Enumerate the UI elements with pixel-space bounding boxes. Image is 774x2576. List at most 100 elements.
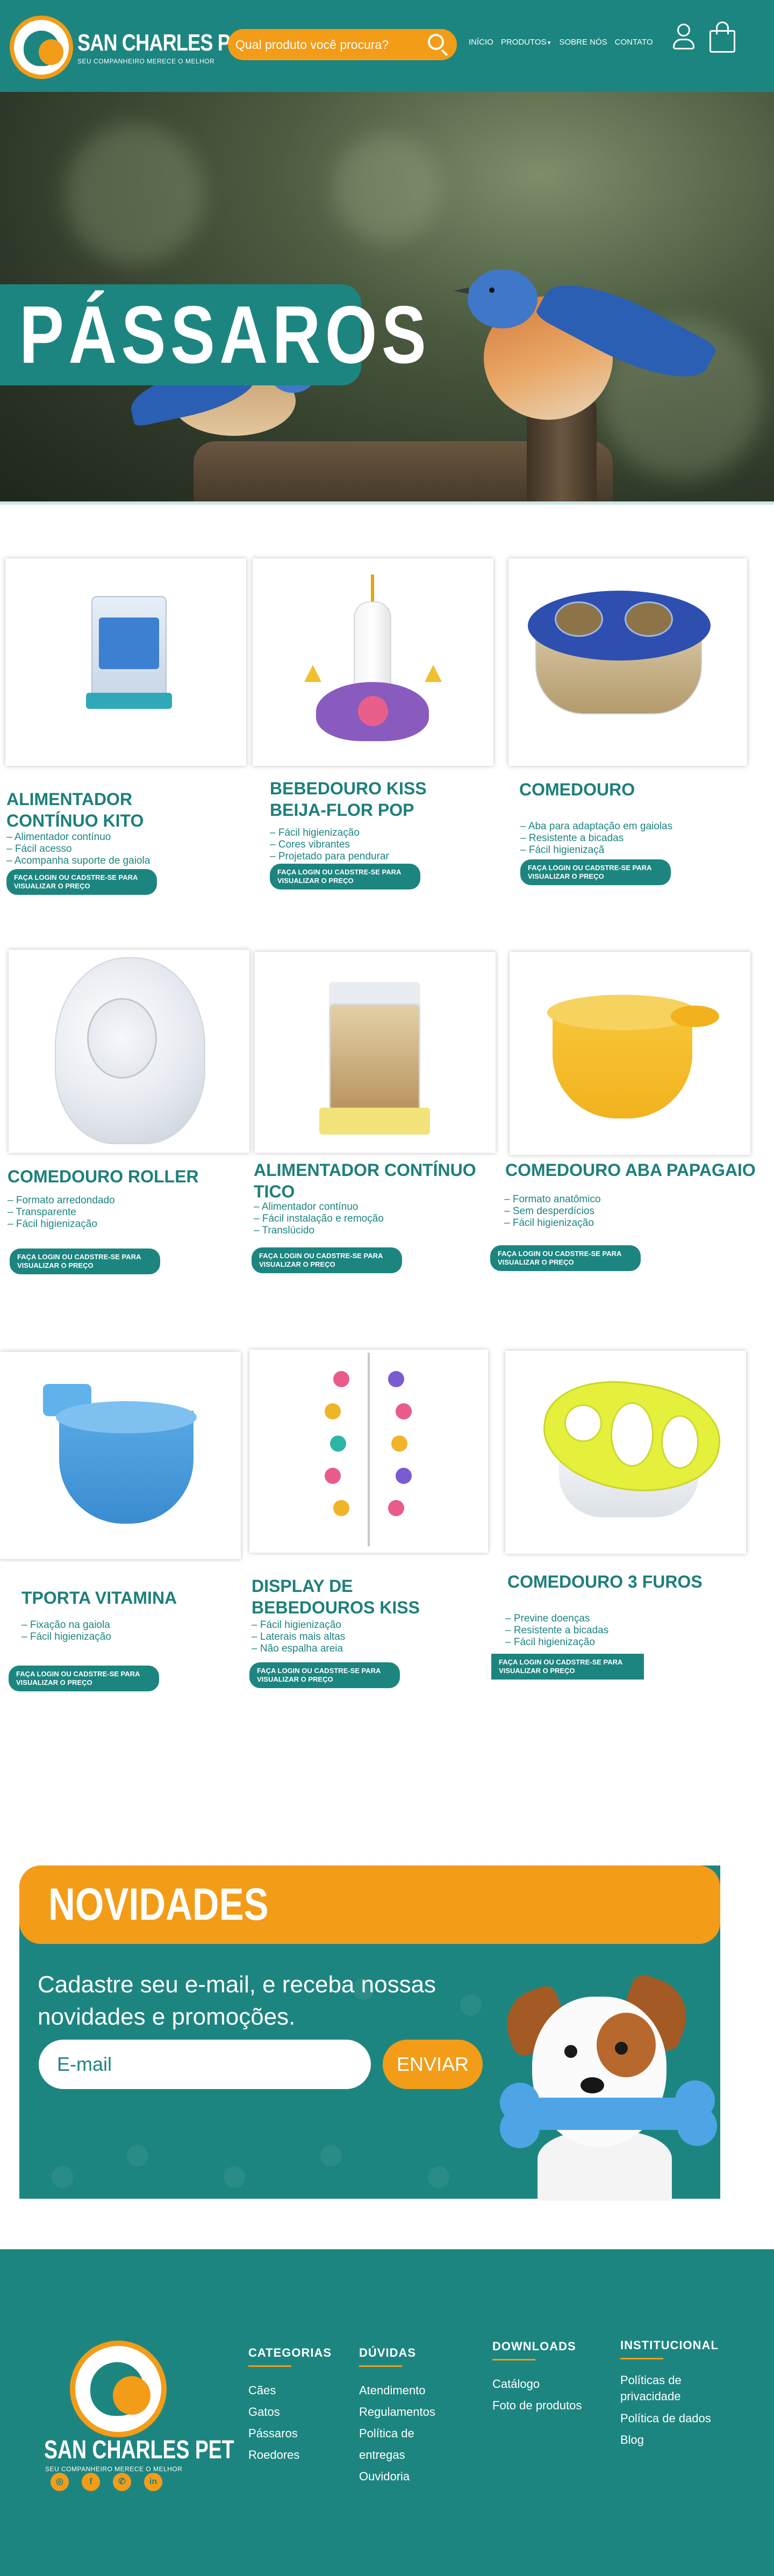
product-name[interactable]: COMEDOURO ROLLER <box>8 1166 244 1187</box>
feature-item: Formato anatômico <box>504 1194 601 1206</box>
newsletter-title: NOVIDADES <box>48 1879 269 1929</box>
logo-badge <box>10 16 73 79</box>
site-logo[interactable]: SAN CHARLES PET SEU COMPANHEIRO MERECE O… <box>10 15 254 80</box>
mini-feeder <box>330 1436 346 1452</box>
user-icon[interactable] <box>672 24 696 52</box>
footer-link-gatos[interactable]: Gatos <box>248 2401 332 2423</box>
product-image[interactable] <box>9 950 249 1153</box>
mini-feeder <box>333 1500 349 1516</box>
feature-item: Transparente <box>8 1207 115 1218</box>
paw-pattern <box>320 2145 342 2166</box>
product-features: Alimentador contínuo Fácil acesso Acompa… <box>6 831 150 867</box>
footer-link-foto-produtos[interactable]: Foto de produtos <box>492 2395 611 2416</box>
product-image[interactable] <box>510 952 750 1155</box>
product-image[interactable] <box>508 558 747 766</box>
nav-produtos[interactable]: PRODUTOS▼ <box>501 38 552 47</box>
footer-link-politica-dados[interactable]: Política de dados <box>620 2408 739 2429</box>
search-input[interactable] <box>235 37 426 52</box>
email-field[interactable] <box>39 2040 371 2089</box>
feeder-base <box>86 693 172 709</box>
feature-item: Formato arredondado <box>8 1195 115 1207</box>
nav-contato[interactable]: CONTATO <box>615 38 653 47</box>
product-card[interactable]: ALIMENTADOR CONTÍNUO KITO Alimentador co… <box>5 558 247 913</box>
instagram-icon[interactable]: ◎ <box>51 2473 69 2491</box>
login-to-see-price-button[interactable]: FAÇA LOGIN OU CADSTRE-SE PARA VISUALIZAR… <box>10 1248 160 1274</box>
product-grid: ALIMENTADOR CONTÍNUO KITO Alimentador co… <box>0 508 774 1766</box>
product-card[interactable]: BEBEDOURO KISS BEIJA-FLOR POP Fácil higi… <box>253 558 494 913</box>
feature-item: Cores vibrantes <box>270 839 389 851</box>
product-name[interactable]: TPORTA VITAMINA <box>22 1587 236 1609</box>
hero-title-box: PÁSSAROS <box>0 284 426 385</box>
login-to-see-price-button[interactable]: FAÇA LOGIN OU CADSTRE-SE PARA VISUALIZAR… <box>252 1247 402 1273</box>
feature-item: Resistente a bicadas <box>520 833 672 844</box>
feeder-hole <box>555 601 603 637</box>
mini-feeder <box>325 1468 341 1484</box>
login-to-see-price-button[interactable]: FAÇA LOGIN OU CADSTRE-SE PARA VISUALIZAR… <box>9 1666 159 1691</box>
product-card[interactable]: DISPLAY DE BEBEDOUROS KISS Fácil higieni… <box>249 1350 491 1704</box>
product-image[interactable] <box>255 952 496 1153</box>
product-name[interactable]: BEBEDOURO KISS BEIJA-FLOR POP <box>270 778 485 821</box>
feature-item: Resistente a bicadas <box>505 1625 608 1637</box>
product-image[interactable] <box>5 558 246 766</box>
product-image[interactable] <box>253 558 493 766</box>
footer-link-blog[interactable]: Blog <box>620 2429 739 2451</box>
product-features: Fixação na gaiola Fácil higienização <box>22 1619 111 1643</box>
feature-item: Sem desperdícios <box>504 1206 601 1217</box>
feeder-hole <box>661 1415 699 1469</box>
footer-link-atendimento[interactable]: Atendimento <box>359 2380 456 2401</box>
mini-feeder <box>388 1371 404 1387</box>
product-name[interactable]: COMEDOURO ABA PAPAGAIO <box>505 1159 763 1181</box>
product-card[interactable]: ALIMENTADOR CONTÍNUO TICO Alimentador co… <box>252 952 497 1307</box>
feeder-box <box>329 1003 420 1116</box>
footer-link-catalogo[interactable]: Catálogo <box>492 2373 611 2395</box>
footer-link-politica-entregas[interactable]: Política de entregas <box>359 2423 456 2466</box>
subscribe-button[interactable]: ENVIAR <box>383 2040 483 2089</box>
product-name[interactable]: ALIMENTADOR CONTÍNUO TICO <box>254 1159 479 1202</box>
product-name[interactable]: COMEDOURO 3 FUROS <box>507 1571 744 1592</box>
product-image[interactable] <box>0 1352 241 1559</box>
product-card[interactable]: COMEDOURO ABA PAPAGAIO Formato anatômico… <box>490 952 762 1307</box>
dog-nose <box>580 2077 604 2093</box>
facebook-icon[interactable]: f <box>82 2473 100 2491</box>
whatsapp-icon[interactable]: ✆ <box>113 2473 131 2491</box>
login-to-see-price-button[interactable]: FAÇA LOGIN OU CADSTRE-SE PARA VISUALIZAR… <box>490 1245 641 1271</box>
footer-logo-name: SAN CHARLES PET <box>44 2436 234 2464</box>
product-image[interactable] <box>249 1350 488 1553</box>
footer-link-privacidade[interactable]: Políticas de privacidade <box>620 2372 739 2405</box>
footer-link-passaros[interactable]: Pássaros <box>248 2423 332 2444</box>
product-card[interactable]: TPORTA VITAMINA Fixação na gaiola Fácil … <box>0 1352 242 1706</box>
display-pole <box>368 1353 370 1546</box>
feeder-lid <box>528 591 711 661</box>
product-card[interactable]: COMEDOURO ROLLER Formato arredondado Tra… <box>8 950 250 1304</box>
product-name[interactable]: COMEDOURO <box>519 779 734 800</box>
user-icon-head <box>677 24 690 37</box>
footer-link-roedores[interactable]: Roedores <box>248 2444 332 2466</box>
bag-icon[interactable] <box>710 21 735 53</box>
login-to-see-price-button[interactable]: FAÇA LOGIN OU CADSTRE-SE PARA VISUALIZAR… <box>491 1654 644 1680</box>
site-header: SAN CHARLES PET SEU COMPANHEIRO MERECE O… <box>0 0 774 92</box>
feature-item: Projetado para pendurar <box>270 851 389 863</box>
nav-inicio[interactable]: INÍCIO <box>469 38 493 47</box>
login-to-see-price-button[interactable]: FAÇA LOGIN OU CADSTRE-SE PARA VISUALIZAR… <box>249 1662 400 1688</box>
login-to-see-price-button[interactable]: FAÇA LOGIN OU CADSTRE-SE PARA VISUALIZAR… <box>520 859 671 885</box>
search-icon[interactable] <box>426 33 449 56</box>
product-name[interactable]: DISPLAY DE BEBEDOUROS KISS <box>252 1575 445 1618</box>
product-name[interactable]: ALIMENTADOR CONTÍNUO KITO <box>6 788 221 831</box>
cup-hook <box>671 1006 719 1027</box>
product-image[interactable] <box>505 1351 746 1554</box>
feature-item: Acompanha suporte de gaiola <box>6 855 150 867</box>
search-bar <box>228 29 457 60</box>
footer-link-ouvidoria[interactable]: Ouvidoria <box>359 2466 456 2487</box>
product-features: Formato arredondado Transparente Fácil h… <box>8 1195 115 1230</box>
product-card[interactable]: COMEDOURO Aba para adaptação em gaiolas … <box>508 558 750 913</box>
feature-item: Fácil higienização <box>270 827 389 839</box>
footer-link-regulamentos[interactable]: Regulamentos <box>359 2401 456 2423</box>
feature-item: Alimentador contínuo <box>6 831 150 843</box>
linkedin-icon[interactable]: in <box>144 2473 162 2491</box>
login-to-see-price-button[interactable]: FAÇA LOGIN OU CADSTRE-SE PARA VISUALIZAR… <box>270 864 420 889</box>
feeder-hole <box>611 1402 654 1467</box>
login-to-see-price-button[interactable]: FAÇA LOGIN OU CADSTRE-SE PARA VISUALIZAR… <box>6 869 157 895</box>
product-card[interactable]: COMEDOURO 3 FUROS Previne doenças Resist… <box>491 1351 747 1705</box>
nav-sobre-nos[interactable]: SOBRE NÓS <box>559 38 607 47</box>
footer-link-caes[interactable]: Cães <box>248 2380 332 2401</box>
